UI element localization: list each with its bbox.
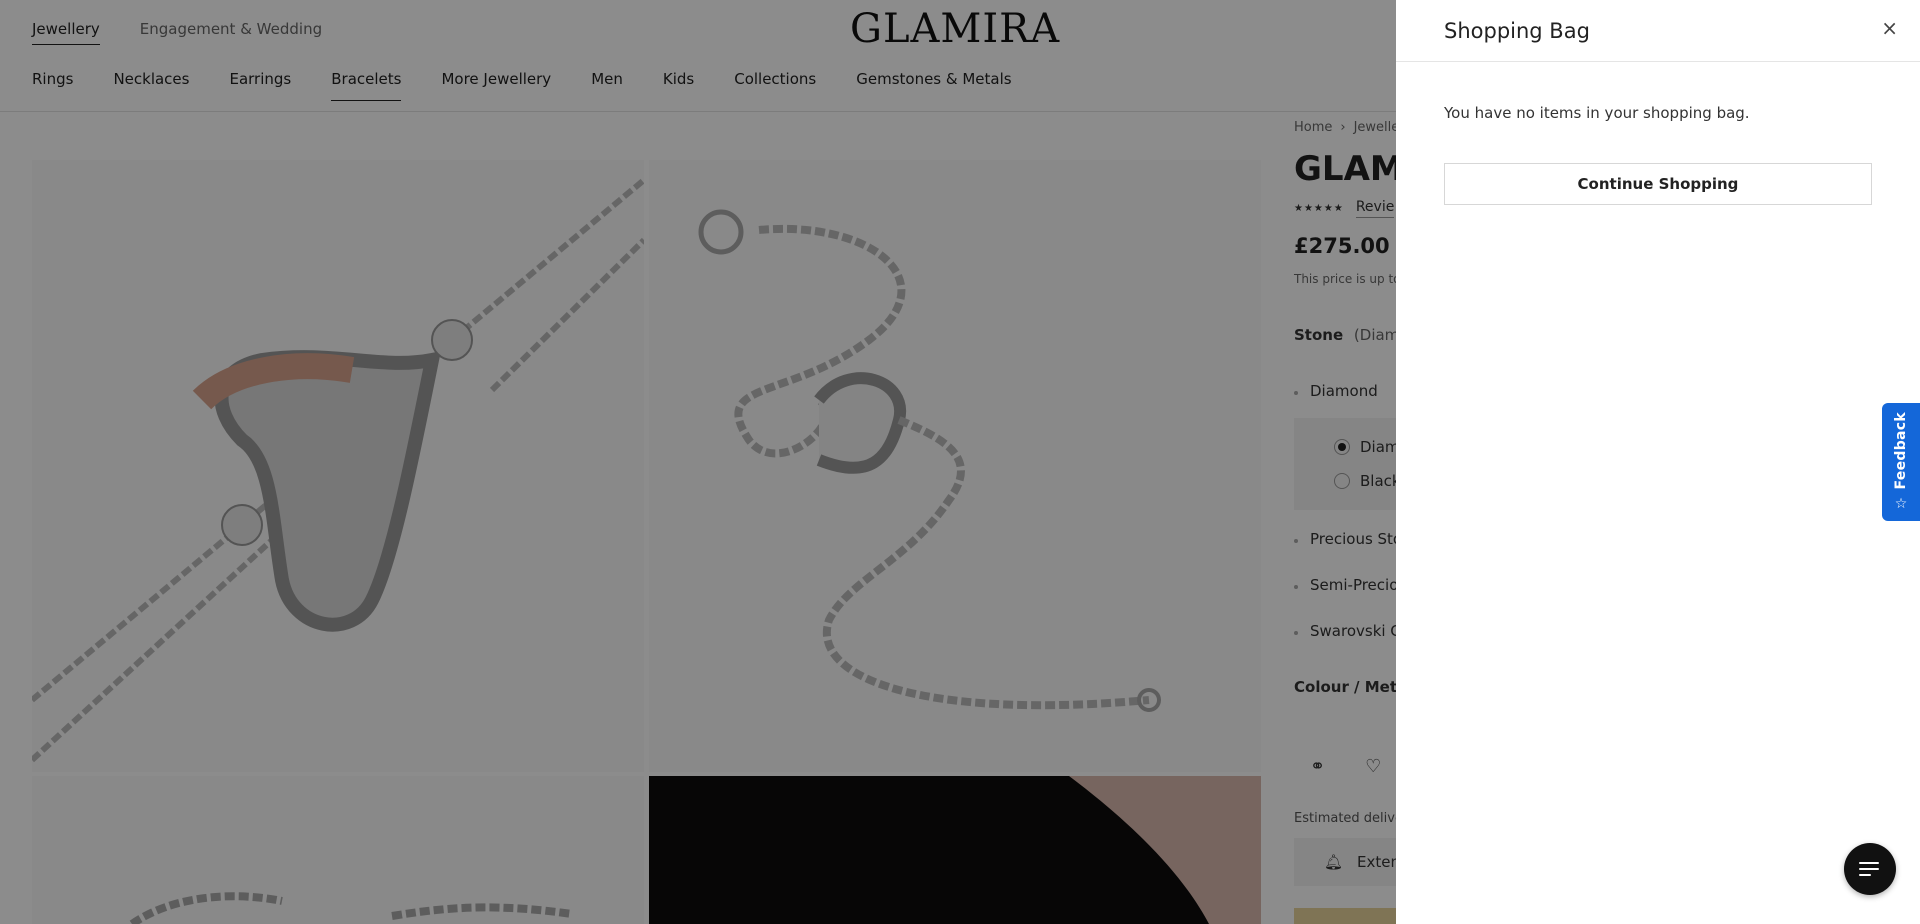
continue-shopping-button[interactable]: Continue Shopping (1444, 163, 1872, 205)
drawer-title: Shopping Bag (1444, 19, 1590, 43)
shopping-bag-drawer: Shopping Bag × You have no items in your… (1396, 0, 1920, 924)
feedback-tab[interactable]: Feedback ☆ (1882, 403, 1920, 521)
empty-bag-message: You have no items in your shopping bag. (1444, 104, 1750, 122)
chat-lines-icon (1859, 862, 1879, 876)
feedback-label: Feedback (1893, 412, 1909, 490)
drawer-header: Shopping Bag × (1396, 0, 1920, 62)
star-sparkle-icon: ☆ (1894, 495, 1908, 512)
close-icon[interactable]: × (1881, 18, 1898, 38)
chat-button[interactable] (1844, 843, 1896, 895)
